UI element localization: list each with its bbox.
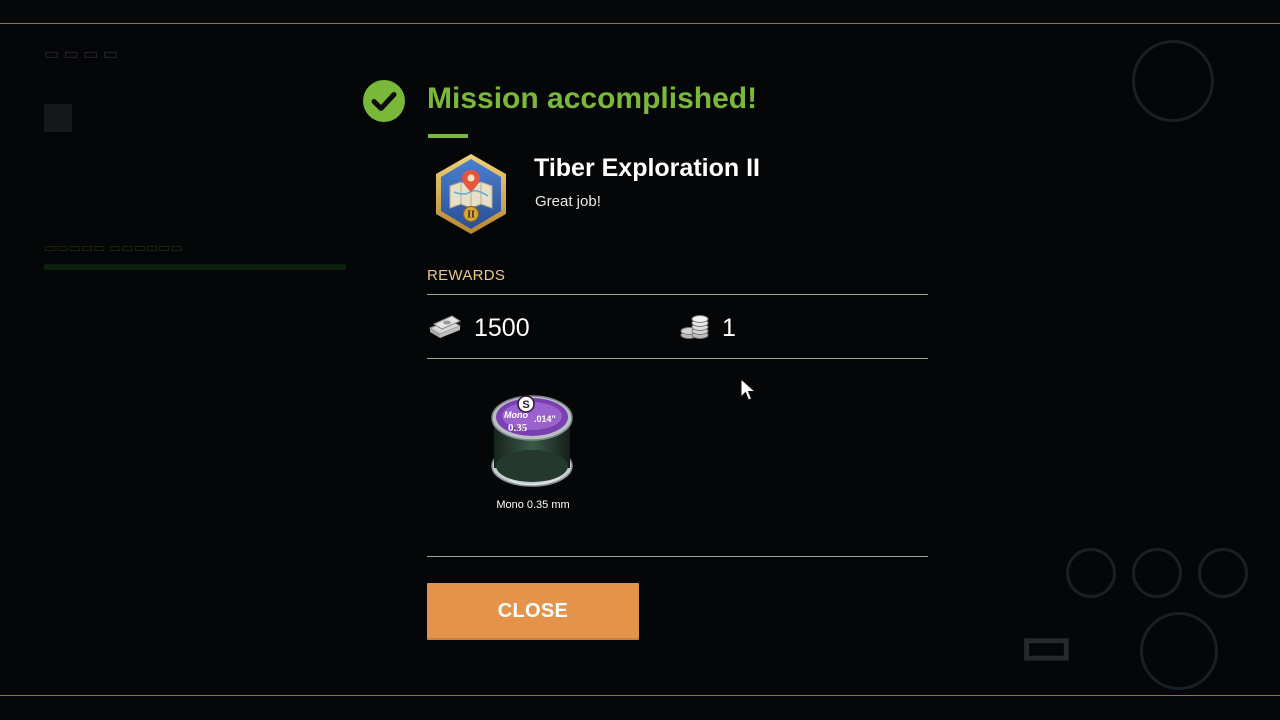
bottom-divider — [0, 695, 1280, 696]
dialog-title: Mission accomplished! — [427, 82, 758, 115]
rewards-bottom-divider — [427, 556, 928, 557]
mission-complete-dialog: Mission accomplished! II Tiber Explorati… — [360, 70, 940, 660]
background-top-bar — [0, 0, 1280, 22]
spool-size-text: 0.35 — [508, 422, 528, 434]
coin-stack-icon — [680, 315, 709, 339]
spool-inch-text: .014" — [534, 414, 556, 424]
background-bottom-bar — [0, 697, 1280, 720]
spool-brand-text: Mono — [504, 410, 528, 420]
rewards-heading: REWARDS — [427, 267, 506, 284]
title-underline — [428, 134, 468, 138]
banknotes-icon — [428, 315, 462, 338]
mission-name: Tiber Exploration II — [534, 154, 760, 182]
top-divider — [0, 23, 1280, 24]
reward-item[interactable]: S Mono .014" 0.35 Mono 0.35 mm — [478, 388, 588, 518]
badge-roman-numeral: II — [467, 210, 475, 221]
fishing-line-spool-icon: S Mono .014" 0.35 — [491, 395, 573, 487]
checkmark-circle-icon — [363, 80, 405, 122]
background-hud-readout: ▭ ▭ ▭ ▭ — [44, 46, 118, 63]
background-gauge-icon — [1198, 548, 1248, 598]
background-action-icon — [1140, 612, 1218, 690]
mission-subtitle: Great job! — [535, 193, 601, 210]
mouse-cursor-icon — [740, 378, 757, 401]
rewards-top-divider — [427, 294, 928, 295]
background-mission-entry: ▭▭▭▭▭ ▭▭▭▭▭▭ — [44, 240, 183, 255]
coins-reward-value: 1 — [722, 314, 736, 342]
map-pin-badge-icon: II — [432, 152, 510, 236]
game-screen: ▭ ▭ ▭ ▭ ▭▭▭▭▭ ▭▭▭▭▭▭ ▭ Mission accomplis… — [0, 0, 1280, 720]
background-counter: ▭ — [1020, 613, 1073, 676]
close-button[interactable]: CLOSE — [427, 583, 639, 640]
reward-item-name: Mono 0.35 mm — [496, 499, 570, 511]
background-progress-bar — [44, 264, 346, 270]
money-reward-value: 1500 — [474, 314, 530, 342]
background-hud-icon — [44, 104, 72, 132]
rewards-middle-divider — [427, 358, 928, 359]
background-gauge-icon — [1132, 548, 1182, 598]
background-gauge-icon — [1066, 548, 1116, 598]
background-compass-icon — [1132, 40, 1214, 122]
